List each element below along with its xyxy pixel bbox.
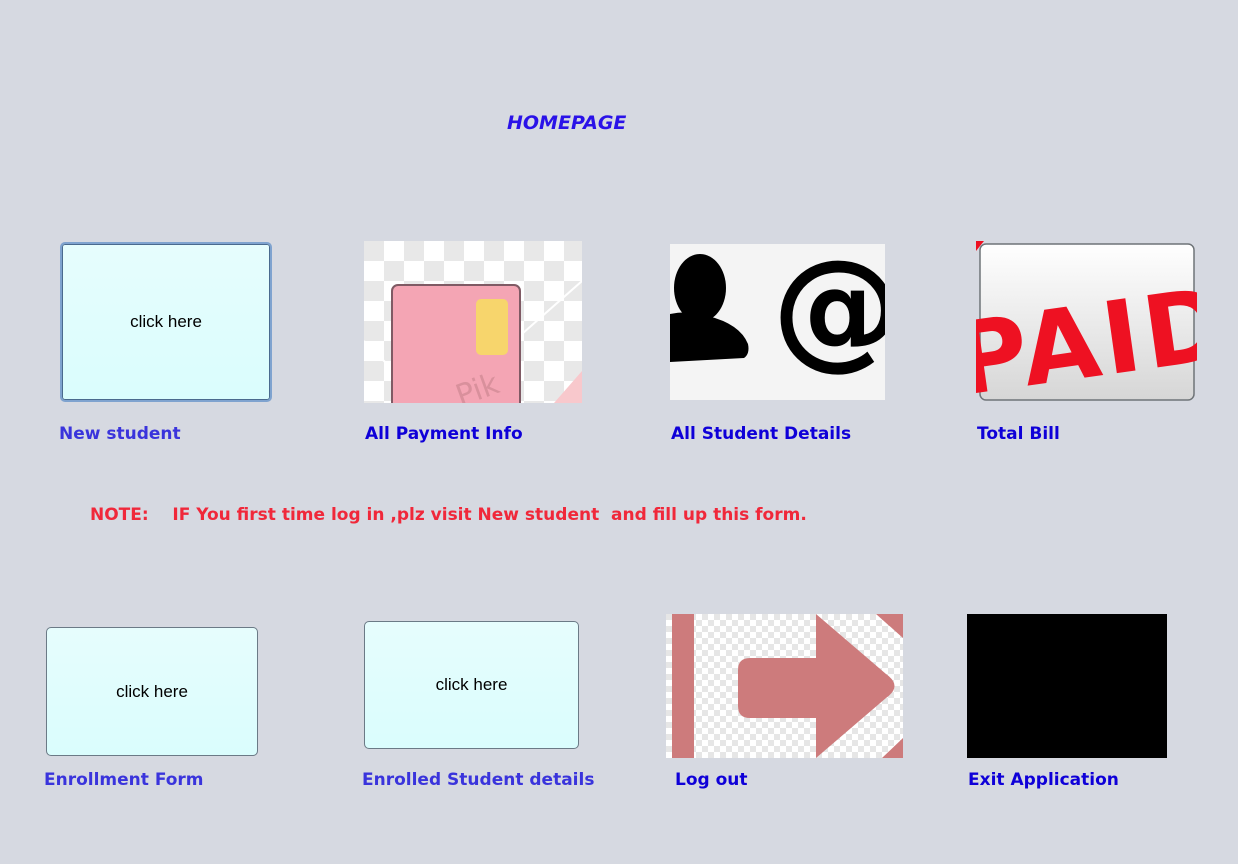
logout-button[interactable] — [666, 614, 903, 758]
exit-application-label: Exit Application — [968, 770, 1119, 790]
paid-stamp-icon: PAID — [976, 241, 1197, 403]
student-details-label: All Student Details — [671, 424, 852, 444]
logout-label: Log out — [675, 770, 748, 790]
new-student-button-text: click here — [130, 312, 202, 331]
enrollment-form-label: Enrollment Form — [44, 770, 204, 790]
logout-arrow-icon — [666, 614, 903, 758]
details-image-text: @ — [772, 244, 885, 383]
enrolled-details-button-text: click here — [435, 675, 508, 694]
contact-at-icon: @ — [670, 244, 885, 400]
student-details-button[interactable]: @ — [670, 244, 885, 400]
page-title: HOMEPAGE — [507, 112, 627, 134]
new-student-label: New student — [59, 424, 181, 444]
note-message: NOTE: IF You first time log in ,plz visi… — [90, 505, 807, 525]
note-text: IF You first time log in ,plz visit New … — [172, 505, 807, 525]
enrolled-details-label: Enrolled Student details — [362, 770, 595, 790]
enrollment-form-button[interactable]: click here — [46, 627, 258, 756]
exit-application-button[interactable] — [967, 614, 1167, 758]
payment-info-button[interactable]: Pik — [364, 241, 582, 403]
enrollment-form-button-text: click here — [116, 681, 188, 701]
total-bill-label: Total Bill — [977, 424, 1060, 444]
exit-black-tile-icon — [967, 614, 1167, 758]
credit-card-icon: Pik — [364, 241, 582, 403]
note-prefix: NOTE: — [90, 505, 149, 525]
new-student-button[interactable]: click here — [60, 242, 272, 402]
enrolled-details-button[interactable]: click here — [364, 621, 579, 749]
payment-info-label: All Payment Info — [365, 424, 523, 444]
total-bill-button[interactable]: PAID — [976, 241, 1197, 403]
